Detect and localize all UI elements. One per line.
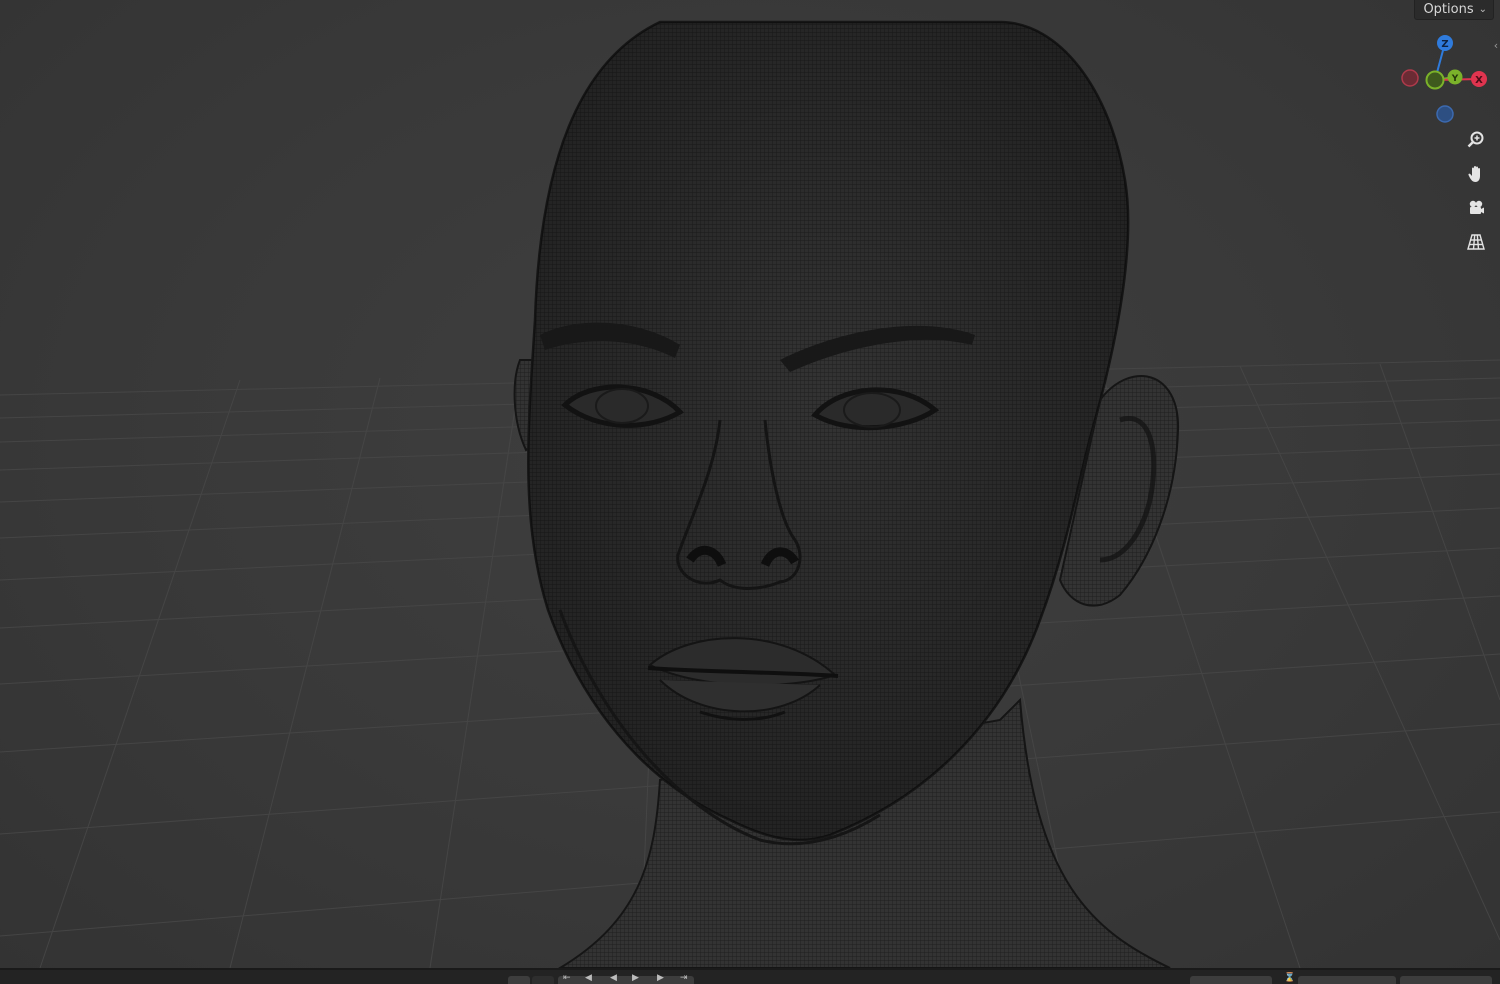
zoom-button[interactable] [1462, 126, 1490, 154]
gizmo-neg-y-handle[interactable] [1425, 70, 1445, 90]
perspective-toggle-button[interactable] [1462, 228, 1490, 256]
hand-icon [1468, 166, 1480, 182]
navigation-gizmo[interactable]: Z Y X [1395, 28, 1495, 128]
zoom-magnifier-icon [1467, 131, 1484, 148]
options-label: Options [1423, 2, 1474, 17]
end-frame-field[interactable] [1400, 976, 1492, 984]
timeline-button[interactable] [532, 976, 554, 984]
head-wireframe-mesh[interactable] [0, 0, 1500, 968]
gizmo-x-label: X [1475, 75, 1483, 86]
playback-controls[interactable] [558, 976, 694, 984]
gizmo-neg-x-handle[interactable] [1401, 69, 1419, 87]
gizmo-z-label: Z [1441, 39, 1448, 50]
pan-button[interactable] [1462, 160, 1490, 188]
current-frame-field[interactable] [1190, 976, 1272, 984]
start-frame-field[interactable] [1298, 976, 1396, 984]
options-dropdown[interactable]: Options ⌄ [1414, 0, 1494, 20]
gizmo-y-label: Y [1451, 74, 1459, 84]
camera-view-button[interactable] [1462, 194, 1490, 222]
camera-icon [1469, 200, 1484, 214]
timeline-button[interactable] [508, 976, 530, 984]
chevron-down-icon: ⌄ [1478, 4, 1487, 15]
perspective-grid-icon [1467, 234, 1485, 250]
3d-viewport[interactable]: Options ⌄ ‹ Z Y X [0, 0, 1500, 968]
gizmo-neg-z-handle[interactable] [1436, 105, 1454, 123]
